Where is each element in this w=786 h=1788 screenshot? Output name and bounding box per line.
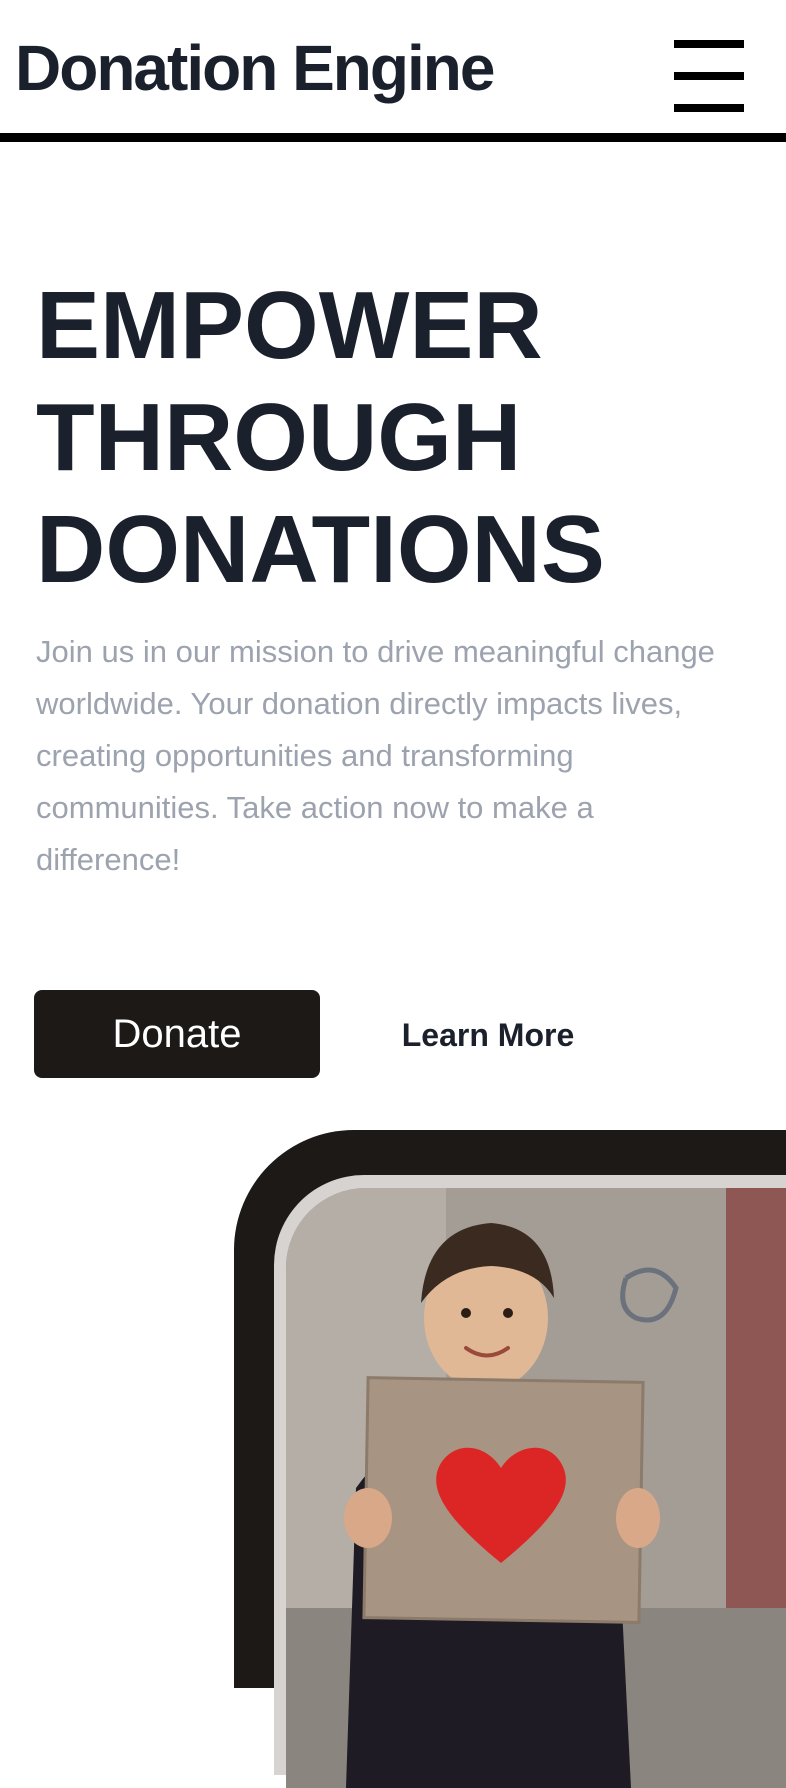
menu-bar-middle	[674, 72, 744, 80]
donate-button[interactable]: Donate	[34, 990, 320, 1078]
brand-title[interactable]: Donation Engine	[15, 36, 495, 100]
hero-title: EMPOWER THROUGH DONATIONS	[36, 270, 756, 606]
site-header: Donation Engine	[0, 0, 786, 142]
hamburger-menu-icon[interactable]	[674, 40, 744, 112]
photo-illustration	[286, 1188, 786, 1788]
menu-bar-bottom	[674, 104, 744, 112]
hero-title-line-1: EMPOWER	[36, 272, 543, 379]
learn-more-link[interactable]: Learn More	[390, 1010, 586, 1060]
menu-bar-top	[674, 40, 744, 48]
hero-photo-child-with-heart-sign	[286, 1188, 786, 1788]
hero-description: Join us in our mission to drive meaningf…	[36, 634, 715, 877]
hero-title-line-3: DONATIONS	[36, 496, 605, 603]
hero-title-line-2: THROUGH	[36, 384, 522, 491]
